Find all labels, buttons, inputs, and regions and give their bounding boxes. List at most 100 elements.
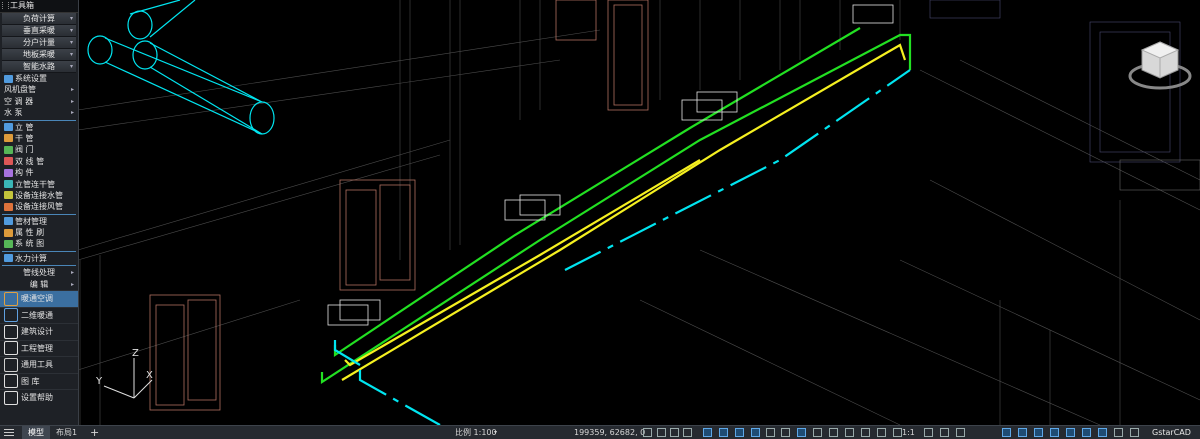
otrack-toggle-icon[interactable] — [956, 428, 965, 437]
gear-icon — [4, 74, 13, 83]
units-icon[interactable] — [845, 428, 854, 437]
toolbox-item-items_b-4[interactable]: 构 件 — [0, 167, 78, 178]
module-button-1[interactable]: 二维暖通 — [0, 306, 78, 324]
component-icon — [4, 168, 13, 177]
toolbox-item-items_c-2[interactable]: 系 统 图 — [0, 238, 78, 249]
module-button-label: 图 库 — [21, 376, 40, 386]
scale-dropdown-icon[interactable]: ▾ — [494, 426, 497, 439]
status-bar: 模型 布局1 + 比例 1:100 ▾ 199359, 62682, 0 1:1… — [0, 425, 1200, 439]
toolbox-item-items_a-3[interactable]: 水 泵 ▸ — [0, 107, 78, 118]
transparency-icon[interactable] — [766, 428, 775, 437]
dropdown-label: 智能水路 — [23, 62, 55, 71]
toolbox-title[interactable]: 工具箱 — [0, 0, 78, 13]
units-toggle-icon[interactable] — [1114, 428, 1123, 437]
toolbox-item-label: 双 线 管 — [15, 156, 45, 166]
annotation-monitor-toggle-icon[interactable] — [1098, 428, 1107, 437]
toolbox-item-items_e-0[interactable]: 管线处理 ▸ — [0, 267, 78, 278]
snap-icon[interactable] — [657, 428, 666, 437]
dropdown-2[interactable]: 分户计量 ▾ — [2, 37, 76, 49]
drawing-canvas[interactable] — [0, 0, 1200, 425]
selection-cycle-icon[interactable] — [781, 428, 790, 437]
toolbox-item-label: 管线处理 — [23, 268, 55, 278]
otrack-icon[interactable] — [719, 428, 728, 437]
polar-icon[interactable] — [683, 428, 692, 437]
pipe-material-icon — [4, 217, 13, 226]
toolbox-item-items_b-2[interactable]: 阀 门 — [0, 144, 78, 155]
chevron-down-icon: ▾ — [69, 51, 73, 58]
toolbox-item-items_c-1[interactable]: 属 性 刷 — [0, 227, 78, 238]
toolbox-item-items_e-1[interactable]: 编 辑 ▸ — [0, 279, 78, 290]
grid-icon[interactable] — [643, 428, 652, 437]
lock-ui-icon[interactable] — [877, 428, 886, 437]
toolbox-item-items_b-0[interactable]: 立 管 — [0, 122, 78, 133]
tab-layout1[interactable]: 布局1 — [50, 426, 83, 439]
module-button-5[interactable]: 图 库 — [0, 372, 78, 390]
dropdown-0[interactable]: 负荷计算 ▾ — [2, 13, 76, 25]
ucs-z-label: Z — [132, 348, 139, 359]
dropdown-1[interactable]: 垂直采暖 ▾ — [2, 25, 76, 37]
ucs-icon: Z Y X — [95, 348, 153, 399]
brand-label: GstarCAD — [1152, 428, 1191, 437]
toolbox-item-items_a-0[interactable]: 系统设置 — [0, 73, 78, 84]
module-button-4[interactable]: 通用工具 — [0, 356, 78, 373]
lineweight-icon[interactable] — [751, 428, 760, 437]
view-cube[interactable] — [1128, 38, 1192, 94]
hvac-2d-icon — [4, 308, 18, 323]
dropdown-4[interactable]: 智能水路 ▾ — [2, 61, 76, 73]
dropdown-3[interactable]: 地板采暖 ▾ — [2, 49, 76, 61]
dyn-ucs-toggle-icon[interactable] — [1082, 428, 1091, 437]
menu-icon[interactable] — [4, 427, 14, 438]
module-button-3[interactable]: 工程管理 — [0, 339, 78, 357]
library-icon — [4, 374, 18, 389]
module-button-2[interactable]: 建筑设计 — [0, 323, 78, 340]
toolbox-item-items_c-0[interactable]: 管材管理 — [0, 216, 78, 227]
annotation-monitor-icon[interactable] — [829, 428, 838, 437]
module-button-0[interactable]: 暖通空调 — [0, 290, 78, 307]
3d-osnap-toggle-icon[interactable] — [1066, 428, 1075, 437]
ucs-y-label: Y — [95, 376, 103, 387]
quick-props-toggle-icon[interactable] — [1130, 428, 1139, 437]
property-brush-icon — [4, 228, 13, 237]
toolbox-item-items_b-6[interactable]: 设备连接水管 — [0, 190, 78, 201]
dyn-ucs-icon[interactable] — [813, 428, 822, 437]
chevron-down-icon: ▾ — [69, 39, 73, 46]
toolbox-item-label: 水力计算 — [15, 253, 47, 263]
module-button-6[interactable]: 设置帮助 — [0, 389, 78, 406]
hvac-icon — [4, 291, 18, 306]
dyn-icon[interactable] — [735, 428, 744, 437]
annotation-scale[interactable]: 1:1 — [902, 426, 915, 439]
tab-model[interactable]: 模型 — [22, 426, 50, 439]
chevron-right-icon: ▸ — [70, 97, 74, 105]
toolbox-item-label: 立 管 — [15, 122, 34, 132]
project-management-icon — [4, 341, 18, 356]
polar-toggle-icon[interactable] — [924, 428, 933, 437]
chevron-down-icon: ▾ — [69, 27, 73, 34]
toolbox-item-items_b-3[interactable]: 双 线 管 — [0, 156, 78, 167]
transparency-toggle-icon[interactable] — [1034, 428, 1043, 437]
toolbox-item-label: 设备连接风管 — [15, 202, 63, 212]
dyn-toggle-icon[interactable] — [1002, 428, 1011, 437]
osnap-toggle-icon[interactable] — [940, 428, 949, 437]
osnap-icon[interactable] — [703, 428, 712, 437]
quick-props-icon[interactable] — [861, 428, 870, 437]
toolbox-item-items_b-5[interactable]: 立管连干管 — [0, 179, 78, 190]
grip-icon — [2, 2, 9, 9]
module-button-label: 工程管理 — [21, 343, 53, 353]
toolbox-item-items_b-7[interactable]: 设备连接风管 — [0, 201, 78, 212]
module-button-label: 建筑设计 — [21, 327, 53, 337]
toolbox-panel: 工具箱 负荷计算 ▾ 垂直采暖 ▾ 分户计量 ▾ 地板采暖 ▾ 智能水路 ▾ 系统设置 风机盘管 ▸ 空… — [0, 0, 79, 425]
connect-duct-icon — [4, 202, 13, 211]
scale-selector[interactable]: 比例 1:100 — [455, 426, 497, 439]
toolbox-item-items_a-2[interactable]: 空 调 器 ▸ — [0, 96, 78, 107]
toolbox-item-items_b-1[interactable]: 干 管 — [0, 133, 78, 144]
ortho-icon[interactable] — [670, 428, 679, 437]
lineweight-toggle-icon[interactable] — [1018, 428, 1027, 437]
selection-cycle-toggle-icon[interactable] — [1050, 428, 1059, 437]
toolbox-item-items_d-0[interactable]: 水力计算 — [0, 253, 78, 264]
3d-osnap-icon[interactable] — [797, 428, 806, 437]
isolate-icon[interactable] — [893, 428, 902, 437]
toolbox-item-items_a-1[interactable]: 风机盘管 ▸ — [0, 84, 78, 95]
toolbox-item-label: 系 统 图 — [15, 239, 45, 249]
add-layout-button[interactable]: + — [84, 426, 105, 439]
ucs-x-label: X — [146, 370, 153, 381]
